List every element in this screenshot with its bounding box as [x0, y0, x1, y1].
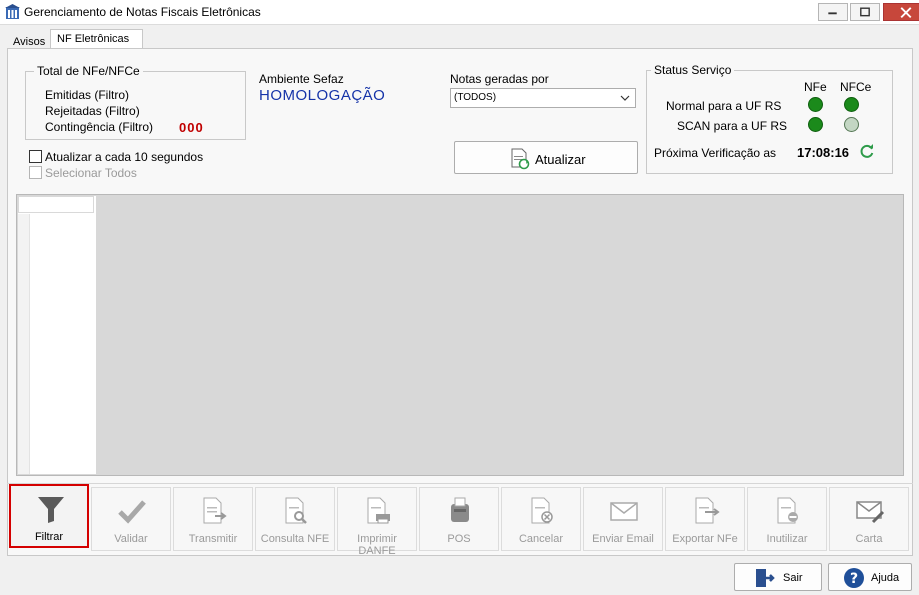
grid-row-indicator	[18, 214, 30, 474]
close-button[interactable]	[883, 3, 919, 21]
inutilizar-button[interactable]: Inutilizar	[747, 487, 827, 551]
cancelar-button[interactable]: Cancelar	[501, 487, 581, 551]
exportar-nfe-button[interactable]: Exportar NFe	[665, 487, 745, 551]
ajuda-label: Ajuda	[871, 572, 900, 584]
status-row-scan-label: SCAN para a UF RS	[677, 119, 788, 133]
totals-title: Total de NFe/NFCe	[34, 64, 143, 78]
filter-icon	[38, 497, 64, 523]
refresh-icon[interactable]	[859, 143, 875, 159]
document-search-icon	[285, 497, 307, 524]
maximize-button[interactable]	[850, 3, 880, 21]
tab-avisos[interactable]: Avisos	[7, 32, 51, 49]
status-row-normal-label: Normal para a UF RS	[666, 99, 782, 113]
ambiente-label: Ambiente Sefaz	[259, 72, 344, 86]
document-refresh-icon	[511, 148, 530, 170]
next-check-time: 17:08:16	[797, 145, 850, 160]
pos-button[interactable]: POS	[419, 487, 499, 551]
enviar-email-label: Enviar Email	[592, 533, 654, 545]
grid-header-cell[interactable]	[18, 196, 94, 213]
atualizar-label: Atualizar	[535, 152, 586, 167]
maximize-icon	[860, 7, 870, 17]
title-bar: Gerenciamento de Notas Fiscais Eletrônic…	[0, 0, 919, 25]
building-icon	[5, 4, 20, 19]
notas-label: Notas geradas por	[450, 72, 549, 86]
totals-group: Total de NFe/NFCe Emitidas (Filtro) Reje…	[25, 64, 246, 140]
notas-select[interactable]: (TODOS)	[450, 88, 636, 108]
status-col-nfe: NFe	[804, 80, 827, 94]
select-all-checkbox[interactable]	[29, 166, 42, 179]
svg-text:?: ?	[850, 571, 858, 587]
pos-label: POS	[447, 533, 471, 545]
cancelar-label: Cancelar	[518, 533, 564, 545]
auto-refresh-label: Atualizar a cada 10 segundos	[45, 150, 204, 164]
pos-printer-icon	[451, 497, 469, 522]
rejeitadas-label: Rejeitadas (Filtro)	[45, 104, 140, 118]
tab-content: Total de NFe/NFCe Emitidas (Filtro) Reje…	[7, 48, 913, 556]
ambiente-value: HOMOLOGAÇÃO	[259, 87, 386, 104]
exit-door-icon	[756, 569, 775, 587]
consulta-nfe-button[interactable]: Consulta NFE	[255, 487, 335, 551]
notes-grid[interactable]	[16, 194, 904, 476]
checkmark-icon	[118, 500, 146, 524]
imprimir-danfe-label: Imprimir DANFE	[357, 533, 397, 557]
document-print-icon	[367, 497, 390, 524]
document-void-icon	[777, 497, 798, 524]
ajuda-button[interactable]: ? Ajuda	[828, 563, 912, 591]
status-col-nfce: NFCe	[840, 80, 872, 94]
toolbar-separator	[7, 483, 913, 484]
document-export-icon	[695, 497, 720, 524]
transmitir-label: Transmitir	[188, 533, 238, 545]
next-check-label: Próxima Verificação as	[654, 146, 777, 160]
carta-button[interactable]: Carta	[829, 487, 909, 551]
status-scan-nfe-indicator	[808, 117, 823, 132]
validar-label: Validar	[114, 533, 148, 545]
atualizar-button[interactable]: Atualizar	[454, 141, 638, 174]
transmitir-button[interactable]: Transmitir	[173, 487, 253, 551]
contingencia-label: Contingência (Filtro)	[45, 120, 154, 134]
select-all-label: Selecionar Todos	[45, 166, 137, 180]
filtrar-label: Filtrar	[34, 531, 64, 543]
tab-nf-eletronicas[interactable]: NF Eletrônicas	[50, 29, 143, 49]
minimize-icon	[828, 12, 837, 15]
envelope-icon	[610, 502, 638, 521]
status-title: Status Serviço	[651, 63, 735, 77]
exportar-nfe-label: Exportar NFe	[672, 533, 738, 545]
status-normal-nfce-indicator	[844, 97, 859, 112]
help-icon: ?	[844, 568, 864, 588]
filtrar-button[interactable]: Filtrar	[9, 484, 89, 548]
window-title: Gerenciamento de Notas Fiscais Eletrônic…	[24, 5, 261, 19]
carta-label: Carta	[855, 533, 883, 545]
auto-refresh-checkbox[interactable]	[29, 150, 42, 163]
document-cancel-icon	[531, 497, 553, 524]
status-scan-nfce-indicator	[844, 117, 859, 132]
chevron-down-icon	[620, 95, 630, 101]
close-icon	[900, 7, 912, 19]
validar-button[interactable]: Validar	[91, 487, 171, 551]
emitidas-label: Emitidas (Filtro)	[45, 88, 130, 102]
minimize-button[interactable]	[818, 3, 848, 21]
letter-pen-icon	[856, 501, 885, 524]
sair-button[interactable]: Sair	[734, 563, 822, 591]
sair-label: Sair	[783, 572, 803, 584]
document-send-icon	[203, 497, 227, 524]
imprimir-danfe-button[interactable]: Imprimir DANFE	[337, 487, 417, 557]
inutilizar-label: Inutilizar	[766, 533, 808, 545]
notas-select-value: (TODOS)	[454, 92, 497, 103]
status-group: Status Serviço NFe NFCe Normal para a UF…	[646, 63, 893, 174]
status-normal-nfe-indicator	[808, 97, 823, 112]
contingencia-count: 000	[179, 120, 204, 135]
enviar-email-button[interactable]: Enviar Email	[583, 487, 663, 551]
consulta-nfe-label: Consulta NFE	[260, 533, 330, 545]
